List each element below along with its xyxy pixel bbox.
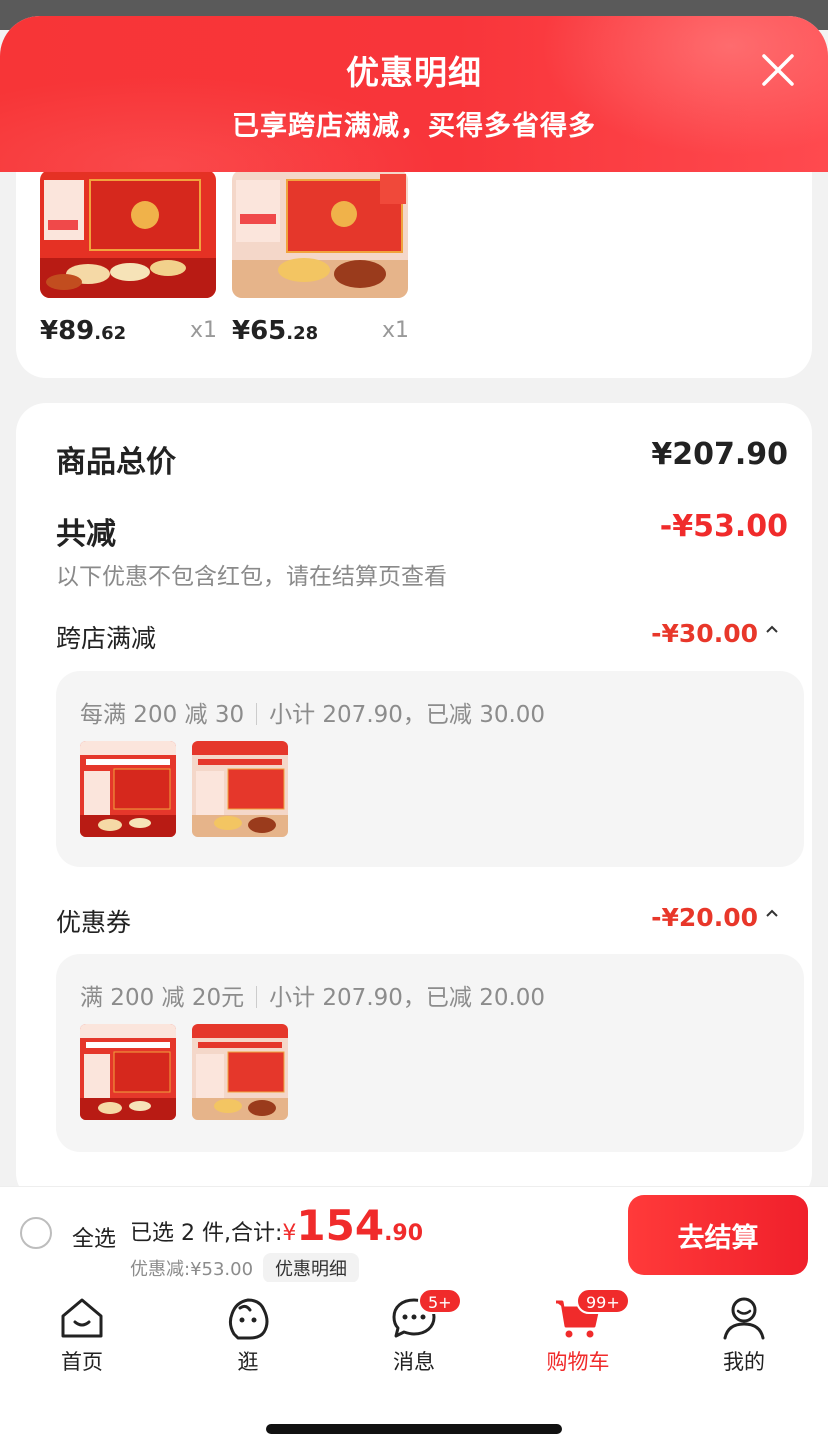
- tab-home[interactable]: 首页: [22, 1292, 142, 1374]
- home-icon: [61, 1298, 103, 1338]
- coupon-value: -¥20.00: [651, 903, 758, 932]
- divider: [256, 986, 258, 1008]
- divider: [256, 703, 258, 725]
- page-subtitle: 已享跨店满减，买得多省得多: [232, 111, 596, 142]
- promo-rule-text: 每满 200 减 30: [80, 702, 245, 728]
- total-price-label: 商品总价: [56, 445, 176, 480]
- product-thumbnail[interactable]: [80, 741, 176, 837]
- discount-note: 以下优惠不包含红包，请在结算页查看: [56, 564, 447, 590]
- tab-profile[interactable]: 我的: [684, 1292, 804, 1374]
- chevron-up-icon[interactable]: [764, 905, 780, 926]
- total-decimal: .90: [384, 1221, 424, 1246]
- price-int: ¥89: [40, 316, 95, 346]
- product-price: ¥65.28: [232, 316, 318, 346]
- promo-rule: 满 200 减 20元 小计 207.90，已减 20.00: [80, 978, 545, 1012]
- promo-detail-text: 小计 207.90，已减 30.00: [269, 702, 546, 728]
- coupon-label: 优惠券: [56, 908, 132, 937]
- profile-icon: [723, 1297, 765, 1340]
- tab-label: 逛: [237, 1350, 259, 1374]
- home-indicator[interactable]: [266, 1424, 562, 1434]
- tab-messages[interactable]: 5+ 消息: [354, 1288, 474, 1374]
- product-thumbnail[interactable]: [80, 1024, 176, 1120]
- cart-badge: 99+: [576, 1288, 630, 1314]
- total-integer: 154: [296, 1201, 385, 1250]
- promo-detail-text: 小计 207.90，已减 20.00: [269, 985, 546, 1011]
- product-qty: x1: [190, 318, 218, 343]
- discount-detail-chip[interactable]: 优惠明细: [263, 1253, 360, 1283]
- tab-label: 购物车: [546, 1350, 610, 1374]
- promo-rule-text: 满 200 减 20元: [80, 985, 245, 1011]
- message-badge: 5+: [418, 1288, 462, 1314]
- cross-store-discount-box: 每满 200 减 30 小计 207.90，已减 30.00: [56, 671, 804, 867]
- total-reduce-value: -¥53.00: [659, 509, 788, 544]
- cross-store-discount-value: -¥30.00: [651, 619, 758, 648]
- chevron-up-icon[interactable]: [764, 621, 780, 642]
- checkout-bar: 全选 已选 2 件,合计:¥154.90 优惠减:¥53.00 优惠明细 去结算: [0, 1186, 828, 1283]
- tab-cart[interactable]: 99+ 购物车: [518, 1288, 638, 1374]
- close-icon: [762, 54, 794, 86]
- selected-count-text: 已选 2 件,合计:: [130, 1221, 283, 1246]
- total-price-value: ¥207.90: [651, 437, 788, 472]
- discount-summary: 优惠减:¥53.00 优惠明细: [130, 1253, 360, 1283]
- product-qty: x1: [382, 318, 410, 343]
- discount-header: [0, 16, 828, 172]
- product-image[interactable]: [232, 170, 408, 298]
- cross-store-discount-label: 跨店满减: [56, 624, 157, 653]
- price-dec: .62: [94, 323, 127, 344]
- total-reduce-label: 共减: [56, 517, 116, 552]
- select-all-label[interactable]: 全选: [72, 1221, 116, 1253]
- price-dec: .28: [286, 323, 319, 344]
- product-price: ¥89.62: [40, 316, 126, 346]
- product-thumbnail[interactable]: [192, 741, 288, 837]
- tab-browse[interactable]: 逛: [188, 1292, 308, 1374]
- tab-label: 消息: [393, 1350, 435, 1374]
- product-thumbnail[interactable]: [192, 1024, 288, 1120]
- price-int: ¥65: [232, 316, 287, 346]
- currency-symbol: ¥: [282, 1221, 297, 1246]
- tab-label: 首页: [61, 1350, 103, 1374]
- tab-label: 我的: [723, 1350, 765, 1374]
- page-title: 优惠明细: [346, 53, 482, 92]
- selected-total: 已选 2 件,合计:¥154.90: [130, 1201, 423, 1250]
- browse-icon: [228, 1298, 269, 1340]
- discount-detail-card: 商品总价 ¥207.90 共减 -¥53.00 以下优惠不包含红包，请在结算页查…: [16, 403, 812, 1203]
- checkout-button[interactable]: 去结算: [628, 1195, 808, 1275]
- close-button[interactable]: [756, 48, 800, 92]
- coupon-box: 满 200 减 20元 小计 207.90，已减 20.00: [56, 954, 804, 1152]
- discount-amount-text: 优惠减:¥53.00: [130, 1259, 254, 1280]
- select-all-checkbox[interactable]: [20, 1217, 52, 1249]
- product-image[interactable]: [40, 170, 216, 298]
- promo-rule: 每满 200 减 30 小计 207.90，已减 30.00: [80, 695, 545, 729]
